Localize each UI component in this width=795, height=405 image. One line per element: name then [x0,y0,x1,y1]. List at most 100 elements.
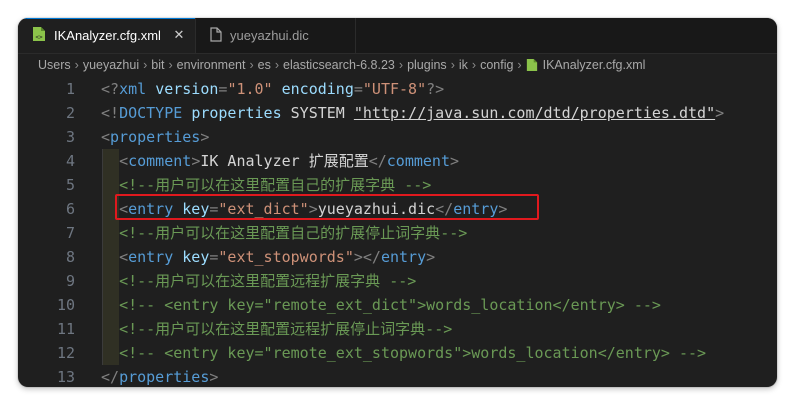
code-token: properties [110,128,201,146]
xml-file-icon [526,58,538,72]
breadcrumb-item[interactable]: es [258,58,271,72]
line-number: 1 [65,80,75,98]
code-token: comment [386,152,450,170]
line-number: 10 [56,296,75,314]
code-token: < [119,152,129,170]
code-text: </properties> [101,365,218,387]
code-line[interactable]: 2 <!DOCTYPE properties SYSTEM "http://jav… [18,101,777,125]
code-token: > [191,152,201,170]
code-token: ?> [426,80,445,98]
line-number: 6 [65,200,75,218]
code-token: > [209,368,219,386]
code-token: "http://java.sun.com/dtd/properties.dtd" [353,104,716,122]
code-token: properties [119,368,210,386]
chevron-right-icon: › [143,58,148,72]
code-text: <!--用户可以在这里配置远程扩展停止词字典--> [101,317,452,341]
svg-text:<>: <> [35,34,43,41]
code-token: "1.0" [227,80,273,98]
line-number: 4 [65,152,75,170]
line-number: 5 [65,176,75,194]
code-token: xml [119,80,147,98]
code-text: <!--用户可以在这里配置自己的扩展停止词字典--> [101,221,467,245]
code-token: encoding [281,80,354,98]
line-number: 8 [65,248,75,266]
editor-window: <> IKAnalyzer.cfg.xml ✕ yueyazhui.dic Us… [18,18,777,387]
chevron-right-icon: › [517,58,522,72]
code-token: <!-- <entry key="remote_ext_dict">words_… [119,296,661,314]
code-token: > [426,248,436,266]
text-file-icon [210,26,222,45]
code-token: > [200,128,210,146]
chevron-right-icon: › [74,58,79,72]
code-line[interactable]: 1 <?xml version="1.0" encoding="UTF-8"?> [18,77,777,101]
code-token: "UTF-8" [362,80,427,98]
line-number: 13 [56,368,75,386]
highlight-box [115,194,539,220]
code-line[interactable]: 4 <comment>IK Analyzer 扩展配置</comment> [18,149,777,173]
code-token: <!--用户可以在这里配置远程扩展停止词字典--> [119,320,453,338]
chevron-right-icon: › [450,58,455,72]
breadcrumb-item[interactable]: yueyazhui [83,58,139,72]
breadcrumb-item[interactable]: IKAnalyzer.cfg.xml [543,58,646,72]
code-token: </ [101,368,120,386]
code-token: comment [128,152,192,170]
close-icon[interactable]: ✕ [171,27,187,43]
breadcrumb-item[interactable]: elasticsearch-6.8.23 [283,58,395,72]
code-line[interactable]: 13 </properties> [18,365,777,387]
breadcrumb-item[interactable]: Users [38,58,71,72]
code-token: > [450,152,460,170]
code-token: = [353,80,363,98]
code-token: <? [101,80,120,98]
code-line[interactable]: 11 <!--用户可以在这里配置远程扩展停止词字典--> [18,317,777,341]
breadcrumb: Users › yueyazhui › bit › environment › es › … [18,54,777,76]
code-token: </ [368,152,387,170]
code-text: <?xml version="1.0" encoding="UTF-8"?> [101,77,444,101]
line-number: 11 [56,320,75,338]
code-line[interactable]: 8 <entry key="ext_stopwords"></entry> [18,245,777,269]
code-line[interactable]: 7 <!--用户可以在这里配置自己的扩展停止词字典--> [18,221,777,245]
code-token: > [715,104,725,122]
code-text: <entry key="ext_stopwords"></entry> [101,245,435,269]
line-number: 3 [65,128,75,146]
code-line[interactable]: 12 <!-- <entry key="remote_ext_stopwords… [18,341,777,365]
line-number: 9 [65,272,75,290]
code-token: <! [101,104,120,122]
code-token: "ext_stopwords" [218,248,354,266]
code-token: <!-- <entry key="remote_ext_stopwords">w… [119,344,707,362]
code-text: <!-- <entry key="remote_ext_stopwords">w… [101,341,706,365]
line-number: 2 [65,104,75,122]
chevron-right-icon: › [398,58,404,72]
code-token: DOCTYPE [119,104,183,122]
code-token: SYSTEM [281,104,354,122]
code-token: key [182,248,210,266]
tab-ikanalyzer-cfg-xml[interactable]: <> IKAnalyzer.cfg.xml ✕ [18,18,196,53]
code-line[interactable]: 9 <!--用户可以在这里配置远程扩展字典 --> [18,269,777,293]
code-text: <!DOCTYPE properties SYSTEM "http://java… [101,101,724,125]
breadcrumb-item[interactable]: ik [459,58,468,72]
code-token: <!--用户可以在这里配置自己的扩展停止词字典--> [119,224,468,242]
code-text: <!-- <entry key="remote_ext_dict">words_… [101,293,661,317]
code-token: < [101,128,111,146]
code-line[interactable]: 3 <properties> [18,125,777,149]
code-token: <!--用户可以在这里配置自己的扩展字典 --> [119,176,432,194]
code-token: properties [191,104,282,122]
tab-label: yueyazhui.dic [230,28,309,43]
line-number: 7 [65,224,75,242]
breadcrumb-item[interactable]: environment [177,58,246,72]
line-number: 12 [56,344,75,362]
code-line[interactable]: 10 <!-- <entry key="remote_ext_dict">wor… [18,293,777,317]
chevron-right-icon: › [274,58,280,72]
breadcrumb-item[interactable]: config [480,58,513,72]
code-text: <comment>IK Analyzer 扩展配置</comment> [101,149,459,173]
tab-yueyazhui-dic[interactable]: yueyazhui.dic [196,18,356,53]
breadcrumb-item[interactable]: plugins [407,58,447,72]
tab-bar: <> IKAnalyzer.cfg.xml ✕ yueyazhui.dic [18,18,777,54]
breadcrumb-item[interactable]: bit [151,58,164,72]
